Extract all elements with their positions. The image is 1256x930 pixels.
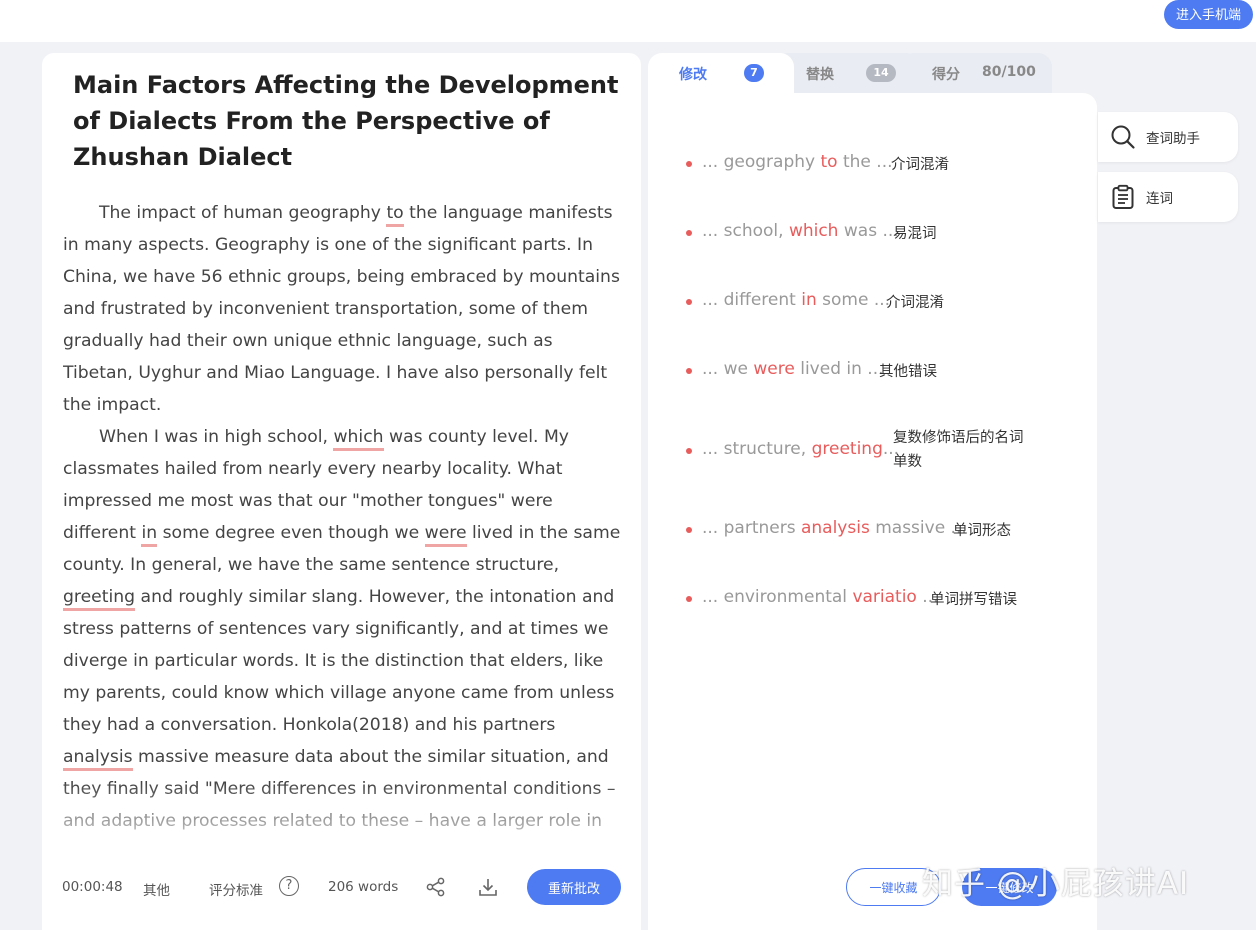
essay-panel: Main Factors Affecting the Development o… xyxy=(42,53,641,930)
scoring-criteria-link[interactable]: 评分标准 xyxy=(209,879,263,899)
bullet xyxy=(686,596,692,602)
issue-type: 介词混淆 xyxy=(891,157,949,173)
mobile-version-button[interactable]: 进入手机端 xyxy=(1163,0,1253,29)
timer: 00:00:48 xyxy=(62,879,123,895)
issues-panel: ... geography to the ... 介词混淆 ... school… xyxy=(648,93,1097,930)
issue-snippet: ... partners analysis massive ... xyxy=(702,518,967,538)
issue-type: 复数修饰语后的名词单数 xyxy=(893,430,1024,470)
essay-body: The impact of human geography to the lan… xyxy=(63,197,623,837)
issue-snippet: ... environmental variatio ... xyxy=(702,587,939,607)
bullet xyxy=(686,448,692,454)
score-value: 80/100 xyxy=(982,64,1036,80)
word-lookup-tool[interactable]: 查词助手 xyxy=(1098,112,1238,162)
issue-type: 介词混淆 xyxy=(886,295,944,311)
error-highlight[interactable]: greeting xyxy=(63,587,136,611)
tab-score[interactable]: 得分 80/100 xyxy=(900,53,1052,95)
issue-snippet: ... different in some ... xyxy=(702,290,891,310)
share-icon[interactable] xyxy=(425,876,447,898)
revise-count-badge: 7 xyxy=(744,64,764,82)
issue-snippet: ... structure, greeting... xyxy=(702,439,900,459)
word-lookup-label: 查词助手 xyxy=(1146,131,1200,147)
connectives-label: 连词 xyxy=(1146,191,1173,207)
word-count: 206 words xyxy=(328,879,399,895)
bullet xyxy=(686,161,692,167)
connectives-tool[interactable]: 连词 xyxy=(1098,172,1238,222)
error-highlight[interactable]: which xyxy=(333,427,384,451)
bullet xyxy=(686,368,692,374)
download-icon[interactable] xyxy=(477,876,499,898)
issue-type: 单词形态 xyxy=(953,523,1011,539)
issue-type: 单词拼写错误 xyxy=(930,592,1017,608)
tab-revise[interactable]: 修改 7 xyxy=(648,53,794,95)
essay-paragraph: The impact of human geography to the lan… xyxy=(63,203,620,415)
replace-count-badge: 14 xyxy=(866,64,896,82)
error-highlight[interactable]: in xyxy=(141,523,158,547)
essay-title: Main Factors Affecting the Development o… xyxy=(73,71,619,171)
issue-snippet: ... school, which was ... xyxy=(702,221,899,241)
recheck-button[interactable]: 重新批改 xyxy=(527,869,621,905)
error-highlight[interactable]: to xyxy=(386,203,404,227)
category-label[interactable]: 其他 xyxy=(143,879,170,899)
tab-replace[interactable]: 替换 14 xyxy=(774,53,920,95)
issue-type: 其他错误 xyxy=(879,364,937,380)
error-highlight[interactable]: were xyxy=(424,523,467,547)
essay-paragraph: When I was in high school, which was cou… xyxy=(63,427,621,831)
bullet xyxy=(686,230,692,236)
essay-footer: 00:00:48 其他 评分标准 ? 206 words 重新批改 xyxy=(42,869,641,905)
error-highlight[interactable]: analysis xyxy=(63,747,133,771)
watermark: 知乎 @小屁孩讲AI xyxy=(922,866,1190,902)
bullet xyxy=(686,527,692,533)
issue-type: 易混词 xyxy=(893,226,937,242)
help-icon[interactable]: ? xyxy=(279,876,299,896)
top-bar: 进入手机端 xyxy=(0,0,1256,42)
issue-snippet: ... geography to the ... xyxy=(702,152,893,172)
issue-snippet: ... we were lived in ... xyxy=(702,359,884,379)
bullet xyxy=(686,299,692,305)
